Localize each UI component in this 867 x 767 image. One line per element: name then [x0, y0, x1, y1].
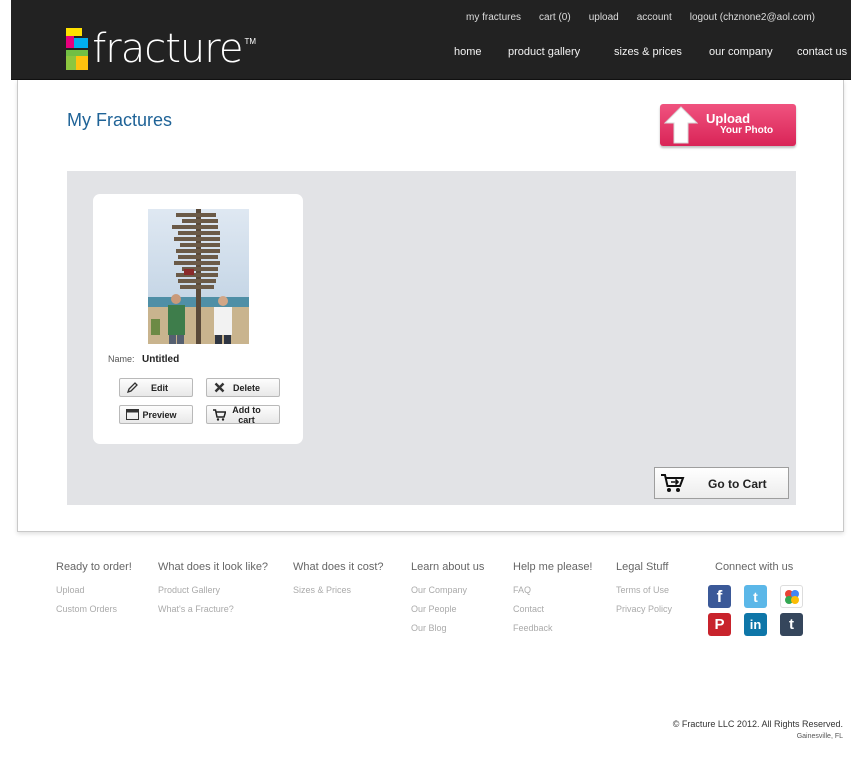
- footer-link-whats-a-fracture[interactable]: What's a Fracture?: [158, 604, 268, 614]
- cart-icon: [212, 408, 226, 422]
- twitter-icon[interactable]: t: [744, 585, 767, 608]
- footer-heading-look: What does it look like?: [158, 561, 269, 573]
- footer-col-about: Learn about us Our Company Our People Ou…: [411, 561, 484, 642]
- edit-button[interactable]: Edit: [119, 378, 193, 397]
- footer-link-contact[interactable]: Contact: [513, 604, 593, 614]
- fracture-card: Name: Untitled Edit Delete Preview Add t…: [93, 194, 303, 444]
- footer-heading-order: Ready to order!: [56, 561, 132, 573]
- footer-heading-cost: What does it cost?: [293, 561, 384, 573]
- logo-mark-icon: [66, 28, 88, 70]
- pinterest-icon[interactable]: P: [708, 613, 731, 636]
- window-icon: [125, 408, 139, 422]
- footer-link-sizes-prices[interactable]: Sizes & Prices: [293, 585, 384, 595]
- footer-link-feedback[interactable]: Feedback: [513, 623, 593, 633]
- upload-photo-button[interactable]: Upload Your Photo: [660, 104, 796, 146]
- footer-link-faq[interactable]: FAQ: [513, 585, 593, 595]
- go-to-cart-button[interactable]: Go to Cart: [654, 467, 789, 499]
- go-to-cart-label: Go to Cart: [708, 477, 767, 491]
- footer-col-look: What does it look like? Product Gallery …: [158, 561, 268, 623]
- header-bar: fracture TM my fractures cart (0) upload…: [11, 0, 851, 80]
- tumblr-icon[interactable]: t: [780, 613, 803, 636]
- footer-link-privacy[interactable]: Privacy Policy: [616, 604, 672, 614]
- facebook-icon[interactable]: f: [708, 585, 731, 608]
- google-icon[interactable]: [780, 585, 803, 608]
- nav-our-company[interactable]: our company: [709, 46, 773, 58]
- link-my-fractures[interactable]: my fractures: [466, 12, 521, 23]
- delete-button-label: Delete: [232, 382, 260, 393]
- content-panel: My Fractures Upload Your Photo Name: Unt…: [17, 80, 844, 532]
- copyright-text: © Fracture LLC 2012. All Rights Reserved…: [672, 719, 843, 729]
- nav-home[interactable]: home: [454, 46, 482, 58]
- footer-heading-connect: Connect with us: [715, 561, 794, 573]
- x-icon: [212, 381, 226, 395]
- footer-col-legal: Legal Stuff Terms of Use Privacy Policy: [616, 561, 672, 623]
- fracture-logo[interactable]: fracture TM: [66, 27, 256, 71]
- footer-col-connect: Connect with us: [715, 561, 793, 585]
- name-value: Untitled: [142, 354, 180, 365]
- page-title: My Fractures: [67, 110, 173, 130]
- link-account[interactable]: account: [637, 12, 672, 23]
- add-to-cart-label: Add to cart: [232, 404, 261, 425]
- location-text: Gainesville, FL: [796, 733, 843, 740]
- link-logout[interactable]: logout (chznone2@aol.com): [690, 12, 815, 23]
- footer-link-our-people[interactable]: Our People: [411, 604, 484, 614]
- footer-link-terms[interactable]: Terms of Use: [616, 585, 672, 595]
- fractures-gallery: Name: Untitled Edit Delete Preview Add t…: [67, 171, 796, 505]
- footer-link-our-blog[interactable]: Our Blog: [411, 623, 484, 633]
- upload-button-line1: Upload: [706, 111, 751, 126]
- linkedin-icon[interactable]: in: [744, 613, 767, 636]
- utility-nav: my fractures cart (0) upload account log…: [466, 12, 815, 23]
- upload-arrow-icon: [664, 106, 698, 144]
- preview-button-label: Preview: [142, 409, 177, 420]
- cart-arrow-icon: [661, 474, 685, 492]
- footer-col-order: Ready to order! Upload Custom Orders: [56, 561, 132, 623]
- logo-trademark: TM: [244, 37, 256, 46]
- link-upload[interactable]: upload: [589, 12, 619, 23]
- delete-button[interactable]: Delete: [206, 378, 280, 397]
- footer-link-upload[interactable]: Upload: [56, 585, 132, 595]
- upload-button-line2: Your Photo: [720, 125, 774, 136]
- name-label: Name:: [108, 354, 135, 364]
- nav-sizes-prices[interactable]: sizes & prices: [614, 46, 682, 58]
- add-to-cart-button[interactable]: Add to cart: [206, 404, 280, 425]
- pencil-icon: [125, 381, 139, 395]
- site-header: fracture TM my fractures cart (0) upload…: [0, 0, 867, 82]
- logo-text: fracture: [92, 26, 243, 72]
- footer-link-our-company[interactable]: Our Company: [411, 585, 484, 595]
- photo-image: [148, 209, 249, 344]
- footer-col-help: Help me please! FAQ Contact Feedback: [513, 561, 593, 642]
- preview-button[interactable]: Preview: [119, 405, 193, 424]
- link-cart[interactable]: cart (0): [539, 12, 571, 23]
- nav-contact-us[interactable]: contact us: [797, 46, 847, 58]
- footer-link-product-gallery[interactable]: Product Gallery: [158, 585, 268, 595]
- footer-heading-help: Help me please!: [513, 561, 593, 573]
- edit-button-label: Edit: [151, 382, 168, 393]
- footer-col-cost: What does it cost? Sizes & Prices: [293, 561, 384, 604]
- footer-heading-legal: Legal Stuff: [616, 561, 669, 573]
- photo-thumbnail[interactable]: [148, 209, 249, 344]
- nav-product-gallery[interactable]: product gallery: [508, 46, 580, 58]
- footer-heading-about: Learn about us: [411, 561, 485, 573]
- footer-link-custom-orders[interactable]: Custom Orders: [56, 604, 132, 614]
